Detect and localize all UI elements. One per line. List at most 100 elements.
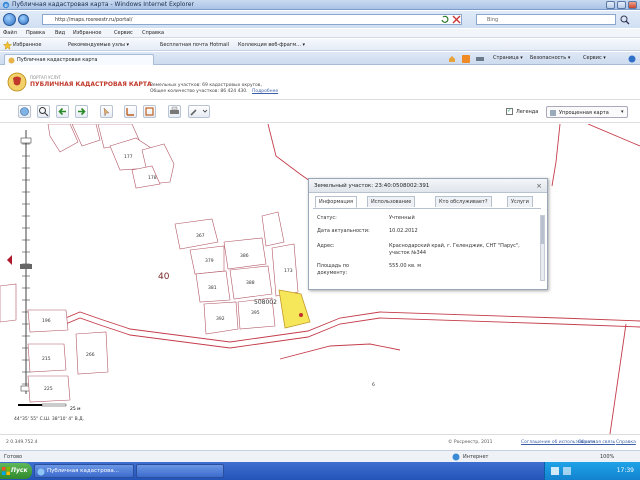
measure-tool-button[interactable] — [124, 105, 137, 118]
popup-scroll-thumb[interactable] — [541, 216, 544, 244]
tab-information[interactable]: Информация — [315, 196, 358, 208]
parcel-label: 196 — [42, 318, 51, 324]
favorites-star-icon — [3, 41, 12, 50]
tab-row: Публичная кадастровая карта Страница ▾ Б… — [0, 52, 640, 65]
help-icon[interactable] — [628, 55, 636, 63]
site-favicon-icon — [8, 57, 15, 64]
row-label: Площадь по документу: — [317, 263, 350, 276]
tab-usage[interactable]: Использование — [367, 196, 416, 207]
taskbar-item-2[interactable] — [136, 464, 224, 478]
popup-scrollbar[interactable] — [540, 215, 545, 281]
home-icon[interactable] — [448, 55, 456, 63]
start-label: Пуск — [11, 467, 28, 474]
site-header: ПОРТАЛ УСЛУГ ПУБЛИЧНАЯ КАДАСТРОВАЯ КАРТА… — [0, 66, 640, 100]
select-tool-button[interactable] — [100, 105, 113, 118]
menu-file[interactable]: Файл — [3, 30, 17, 36]
start-button[interactable]: Пуск — [0, 463, 32, 479]
menu-favorites[interactable]: Избранное — [73, 30, 101, 36]
parcel-label: 392 — [216, 316, 225, 322]
stop-icon[interactable] — [452, 15, 461, 24]
cmd-page[interactable]: Страница ▾ — [493, 55, 523, 61]
pan-tool-button[interactable] — [18, 105, 31, 118]
wrench-icon — [190, 109, 208, 116]
back-button[interactable] — [3, 13, 16, 26]
back-extent-button[interactable] — [56, 105, 69, 118]
print-map-button[interactable] — [168, 105, 181, 118]
zoom-tool-button[interactable] — [37, 105, 50, 118]
footer-left-readout: 2 0.349.752.4 — [6, 440, 38, 445]
quarter-label: 508002 — [254, 299, 277, 306]
site-brand[interactable]: ПУБЛИЧНАЯ КАДАСТРОВАЯ КАРТА — [30, 81, 152, 88]
minimize-button[interactable] — [606, 1, 615, 9]
cmd-security[interactable]: Безопасность ▾ — [530, 55, 570, 61]
tray-icon[interactable] — [563, 467, 571, 475]
forward-extent-button[interactable] — [75, 105, 88, 118]
parcel-label: 367 — [196, 233, 205, 239]
selected-parcel — [278, 289, 311, 329]
parcel-label: 266 — [86, 352, 95, 358]
fav-item-webslices[interactable]: Коллекция веб-фрагм... ▾ — [238, 42, 305, 48]
area-icon — [145, 107, 154, 116]
window-title-bar: e Публичная кадастровая карта - Windows … — [0, 0, 640, 10]
tray-icon[interactable] — [551, 467, 559, 475]
legend-label: Легенда — [516, 109, 539, 115]
basemap-select[interactable]: Упрощенная карта ▾ — [546, 106, 628, 118]
rosreestr-emblem-icon — [7, 72, 27, 92]
refresh-icon[interactable] — [440, 15, 450, 24]
forward-button[interactable] — [18, 14, 29, 25]
browser-tab[interactable]: Публичная кадастровая карта — [4, 54, 154, 65]
ruler-icon — [126, 108, 134, 116]
fav-item-hotmail[interactable]: Бесплатная почта Hotmail — [160, 42, 229, 48]
system-tray: 17:39 — [544, 462, 640, 480]
search-icon[interactable] — [620, 15, 630, 25]
tools-dropdown-button[interactable] — [188, 105, 210, 118]
rss-icon[interactable] — [462, 55, 470, 63]
menu-help[interactable]: Справка — [142, 30, 164, 36]
selected-parcel-marker-icon — [299, 313, 303, 317]
close-window-button[interactable] — [628, 1, 637, 9]
feedback-link[interactable]: Обратная связь — [578, 440, 615, 445]
taskbar: Пуск Публичная кадастрова... 17:39 — [0, 462, 640, 480]
parcel-label: 381 — [208, 285, 217, 291]
block-number-label: 40 — [158, 272, 170, 282]
help-link[interactable]: Справка — [616, 440, 636, 445]
parcel-label: 395 — [251, 310, 260, 316]
fav-item-recommended[interactable]: Рекомендуемые узлы ▾ — [68, 42, 129, 48]
basemap-label: Упрощенная карта — [559, 110, 609, 116]
footer-copyright: © Росреестр, 2011 — [448, 440, 493, 445]
area-tool-button[interactable] — [143, 105, 156, 118]
stats-more-link[interactable]: Подробнее — [252, 89, 278, 94]
row-value: 555.00 кв. м — [389, 263, 422, 269]
maximize-button[interactable] — [617, 1, 626, 9]
menu-view[interactable]: Вид — [55, 30, 65, 36]
stats-line-1: Земельных участков: 69 кадастровых округ… — [150, 83, 262, 88]
tab-who-serves[interactable]: Кто обслуживает? — [435, 196, 492, 207]
menu-edit[interactable]: Правка — [26, 30, 45, 36]
favorites-button[interactable]: Избранное — [13, 42, 41, 48]
print-icon[interactable] — [476, 55, 484, 63]
parcel-label: 379 — [205, 258, 214, 264]
taskbar-item-browser[interactable]: Публичная кадастрова... — [34, 464, 134, 478]
cmd-tools[interactable]: Сервис ▾ — [583, 55, 606, 61]
legend-checkbox[interactable] — [506, 107, 513, 115]
close-icon[interactable]: × — [536, 182, 542, 190]
parcel-info-popup[interactable]: Земельный участок: 23:40:0508002:391 × И… — [308, 178, 548, 290]
globe-icon — [20, 107, 29, 116]
svg-text:e: e — [4, 3, 8, 9]
row-value: Учтенный — [389, 215, 415, 221]
scale-label: 25 м — [70, 406, 81, 412]
row-label: Дата актуальности: — [317, 228, 370, 234]
search-box[interactable]: Bing — [476, 14, 616, 25]
scale-bar: 25 м 44°35' 55" С.Ш. 38°10' 4" В.Д. — [14, 403, 84, 422]
tab-services[interactable]: Услуги — [507, 196, 533, 207]
search-placeholder: Bing — [487, 17, 499, 23]
menu-tools[interactable]: Сервис — [114, 30, 133, 36]
magnifier-icon — [39, 107, 49, 117]
popup-header: Земельный участок: 23:40:0508002:391 × — [309, 179, 547, 193]
address-bar[interactable]: http://maps.rosreestr.ru/portal/ — [42, 14, 462, 25]
collapse-panel-icon[interactable] — [7, 255, 12, 265]
zoom-level[interactable]: 100% — [600, 454, 614, 460]
stats-line-2: Общее количество участков: 86 424 430. — [150, 89, 248, 94]
internet-zone-icon — [452, 453, 460, 461]
map-footer: 2 0.349.752.4 © Росреестр, 2011 Соглашен… — [0, 434, 640, 450]
